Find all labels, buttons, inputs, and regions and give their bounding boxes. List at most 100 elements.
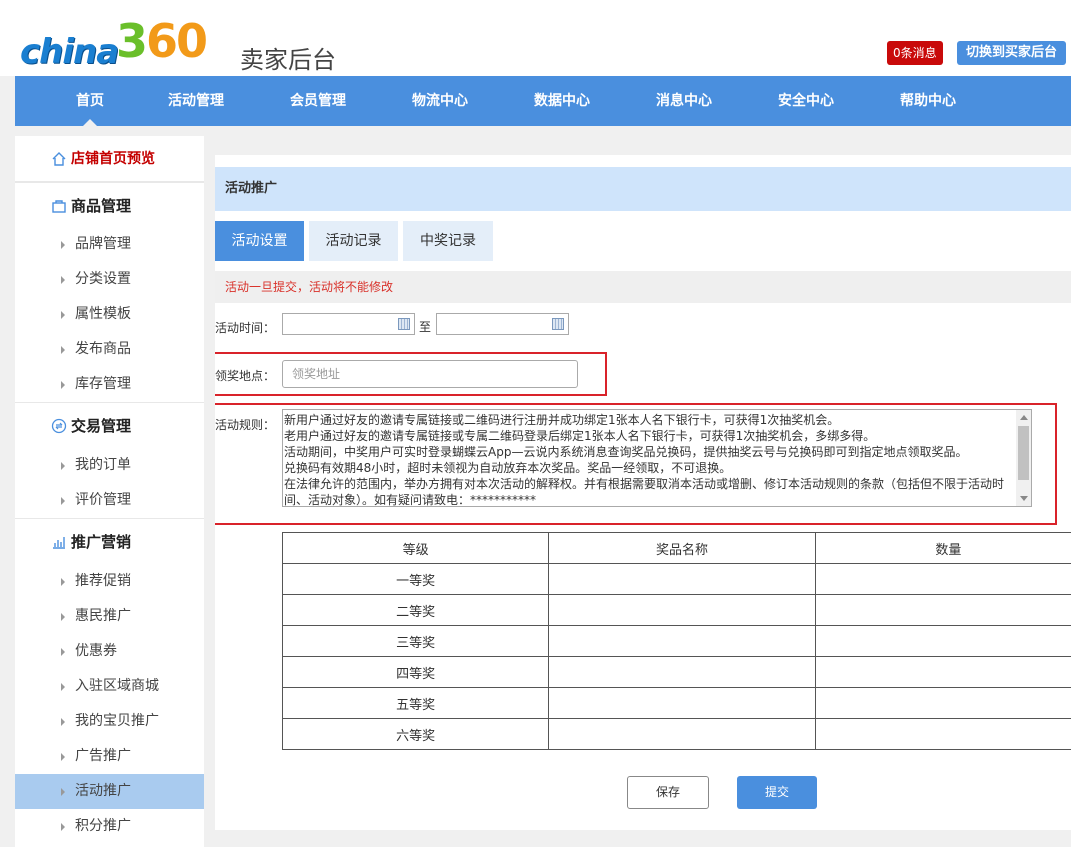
site-title: 卖家后台 bbox=[240, 46, 336, 74]
prize-name-cell[interactable] bbox=[548, 563, 816, 595]
save-button[interactable]: 保存 bbox=[627, 776, 709, 809]
calendar-icon[interactable] bbox=[398, 318, 410, 330]
sidebar-item-label: 属性模板 bbox=[75, 306, 131, 322]
sidebar-item-recommend[interactable]: 推荐促销 bbox=[15, 564, 204, 599]
rules-text: 新用户通过好友的邀请专属链接或二维码进行注册并成功绑定1张本人名下银行卡，可获得… bbox=[284, 413, 1005, 507]
nav-item-logistics[interactable]: 物流中心 bbox=[385, 76, 495, 126]
sidebar-item-ads[interactable]: 广告推广 bbox=[15, 739, 204, 774]
sidebar-group-label: 交易管理 bbox=[71, 417, 132, 435]
scroll-up-icon[interactable] bbox=[1020, 415, 1028, 420]
nav-item-messages[interactable]: 消息中心 bbox=[629, 76, 739, 126]
calendar-icon[interactable] bbox=[552, 318, 564, 330]
date-range-separator: 至 bbox=[419, 320, 432, 334]
sidebar-item-label: 优惠券 bbox=[75, 643, 117, 659]
tab-winning-records[interactable]: 中奖记录 bbox=[403, 221, 493, 261]
sidebar-item-product-promo[interactable]: 我的宝贝推广 bbox=[15, 704, 204, 739]
prize-name-cell[interactable] bbox=[548, 594, 816, 626]
prize-level: 四等奖 bbox=[281, 656, 550, 688]
prize-qty-cell[interactable] bbox=[814, 625, 1071, 657]
prize-qty-cell[interactable] bbox=[814, 656, 1071, 688]
messages-badge[interactable]: 0条消息 bbox=[887, 41, 943, 65]
sidebar-item-coupons[interactable]: 优惠券 bbox=[15, 634, 204, 669]
chevron-right-icon bbox=[61, 718, 65, 726]
prize-qty-cell[interactable] bbox=[814, 718, 1071, 750]
nav-item-activity[interactable]: 活动管理 bbox=[141, 76, 251, 126]
nav-item-data[interactable]: 数据中心 bbox=[507, 76, 617, 126]
sidebar-item-stock[interactable]: 库存管理 bbox=[15, 367, 204, 402]
end-date-input[interactable] bbox=[436, 313, 569, 335]
warning-message: 活动一旦提交，活动将不能修改 bbox=[215, 271, 1071, 303]
sidebar-item-regional-mall[interactable]: 入驻区域商城 bbox=[15, 669, 204, 704]
rules-scrollbar[interactable] bbox=[1016, 410, 1031, 506]
sidebar-group-marketing[interactable]: 推广营销 bbox=[15, 518, 204, 564]
prize-level: 一等奖 bbox=[281, 563, 550, 595]
chevron-right-icon bbox=[61, 497, 65, 505]
sidebar-item-label: 评价管理 bbox=[75, 492, 131, 508]
prize-name-cell[interactable] bbox=[548, 687, 816, 719]
sidebar-item-huimin[interactable]: 惠民推广 bbox=[15, 599, 204, 634]
prize-level: 三等奖 bbox=[281, 625, 550, 657]
prize-table: 等级 奖品名称 数量 一等奖 二等奖 三等奖 四等奖 五等奖 六等奖 bbox=[281, 532, 1071, 750]
sidebar-item-store-preview[interactable]: 店铺首页预览 bbox=[15, 136, 204, 182]
exchange-icon bbox=[51, 418, 67, 434]
table-row: 三等奖 bbox=[281, 625, 1071, 657]
china360-logo[interactable]: china 360 bbox=[20, 14, 230, 72]
prize-qty-cell[interactable] bbox=[814, 563, 1071, 595]
submit-button[interactable]: 提交 bbox=[737, 776, 817, 809]
address-input[interactable]: 领奖地址 bbox=[282, 360, 578, 388]
nav-item-home[interactable]: 首页 bbox=[35, 76, 145, 126]
sidebar-item-reviews[interactable]: 评价管理 bbox=[15, 483, 204, 518]
switch-to-buyer-button[interactable]: 切换到买家后台 bbox=[957, 41, 1067, 65]
nav-item-members[interactable]: 会员管理 bbox=[263, 76, 373, 126]
chevron-right-icon bbox=[61, 683, 65, 691]
sidebar-item-brand[interactable]: 品牌管理 bbox=[15, 227, 204, 262]
start-date-input[interactable] bbox=[282, 313, 415, 335]
prize-qty-cell[interactable] bbox=[814, 687, 1071, 719]
prize-qty-cell[interactable] bbox=[814, 594, 1071, 626]
chevron-right-icon bbox=[61, 241, 65, 249]
logo-text-china: china bbox=[20, 32, 119, 72]
prize-name-cell[interactable] bbox=[548, 718, 816, 750]
sidebar-item-category[interactable]: 分类设置 bbox=[15, 262, 204, 297]
header: china 360 卖家后台 0条消息 切换到买家后台 bbox=[0, 0, 1071, 76]
sidebar-item-label: 店铺首页预览 bbox=[71, 151, 155, 167]
sidebar-item-label: 惠民推广 bbox=[75, 608, 131, 624]
sidebar-group-trade[interactable]: 交易管理 bbox=[15, 402, 204, 448]
main-panel: 活动推广 活动设置 活动记录 中奖记录 活动一旦提交，活动将不能修改 活动时间：… bbox=[215, 155, 1071, 830]
sidebar-item-points-promo[interactable]: 积分推广 bbox=[15, 809, 204, 844]
scroll-thumb[interactable] bbox=[1018, 426, 1029, 480]
chevron-right-icon bbox=[61, 381, 65, 389]
table-row: 六等奖 bbox=[281, 718, 1071, 750]
sidebar-item-orders[interactable]: 我的订单 bbox=[15, 448, 204, 483]
rules-textarea[interactable]: 新用户通过好友的邀请专属链接或二维码进行注册并成功绑定1张本人名下银行卡，可获得… bbox=[282, 409, 1032, 507]
table-row: 二等奖 bbox=[281, 594, 1071, 626]
page-title: 活动推广 bbox=[215, 167, 1071, 211]
main-nav: 首页 活动管理 会员管理 物流中心 数据中心 消息中心 安全中心 帮助中心 bbox=[15, 76, 1071, 126]
chevron-right-icon bbox=[61, 462, 65, 470]
sidebar-item-label: 我的订单 bbox=[75, 457, 131, 473]
tab-activity-settings[interactable]: 活动设置 bbox=[215, 221, 304, 261]
col-level: 等级 bbox=[281, 532, 550, 564]
sidebar-item-activity-promo[interactable]: 活动推广 bbox=[15, 774, 204, 809]
chevron-right-icon bbox=[61, 648, 65, 656]
sidebar-item-label: 积分推广 bbox=[75, 818, 131, 834]
nav-item-security[interactable]: 安全中心 bbox=[751, 76, 861, 126]
table-row: 四等奖 bbox=[281, 656, 1071, 688]
activity-time-label: 活动时间： bbox=[215, 321, 276, 335]
sidebar-item-publish[interactable]: 发布商品 bbox=[15, 332, 204, 367]
prize-name-cell[interactable] bbox=[548, 625, 816, 657]
col-quantity: 数量 bbox=[814, 532, 1071, 564]
sidebar-item-label: 分类设置 bbox=[75, 271, 131, 287]
prize-name-cell[interactable] bbox=[548, 656, 816, 688]
sidebar-item-attr-template[interactable]: 属性模板 bbox=[15, 297, 204, 332]
sidebar-group-goods[interactable]: 商品管理 bbox=[15, 182, 204, 228]
table-row: 一等奖 bbox=[281, 563, 1071, 595]
prize-level: 五等奖 bbox=[281, 687, 550, 719]
sidebar-item-label: 发布商品 bbox=[75, 341, 131, 357]
tab-activity-records[interactable]: 活动记录 bbox=[309, 221, 398, 261]
sidebar-group-label: 推广营销 bbox=[71, 533, 132, 551]
sidebar-item-label: 库存管理 bbox=[75, 376, 131, 392]
nav-item-help[interactable]: 帮助中心 bbox=[873, 76, 983, 126]
chevron-right-icon bbox=[61, 578, 65, 586]
scroll-down-icon[interactable] bbox=[1020, 496, 1028, 501]
